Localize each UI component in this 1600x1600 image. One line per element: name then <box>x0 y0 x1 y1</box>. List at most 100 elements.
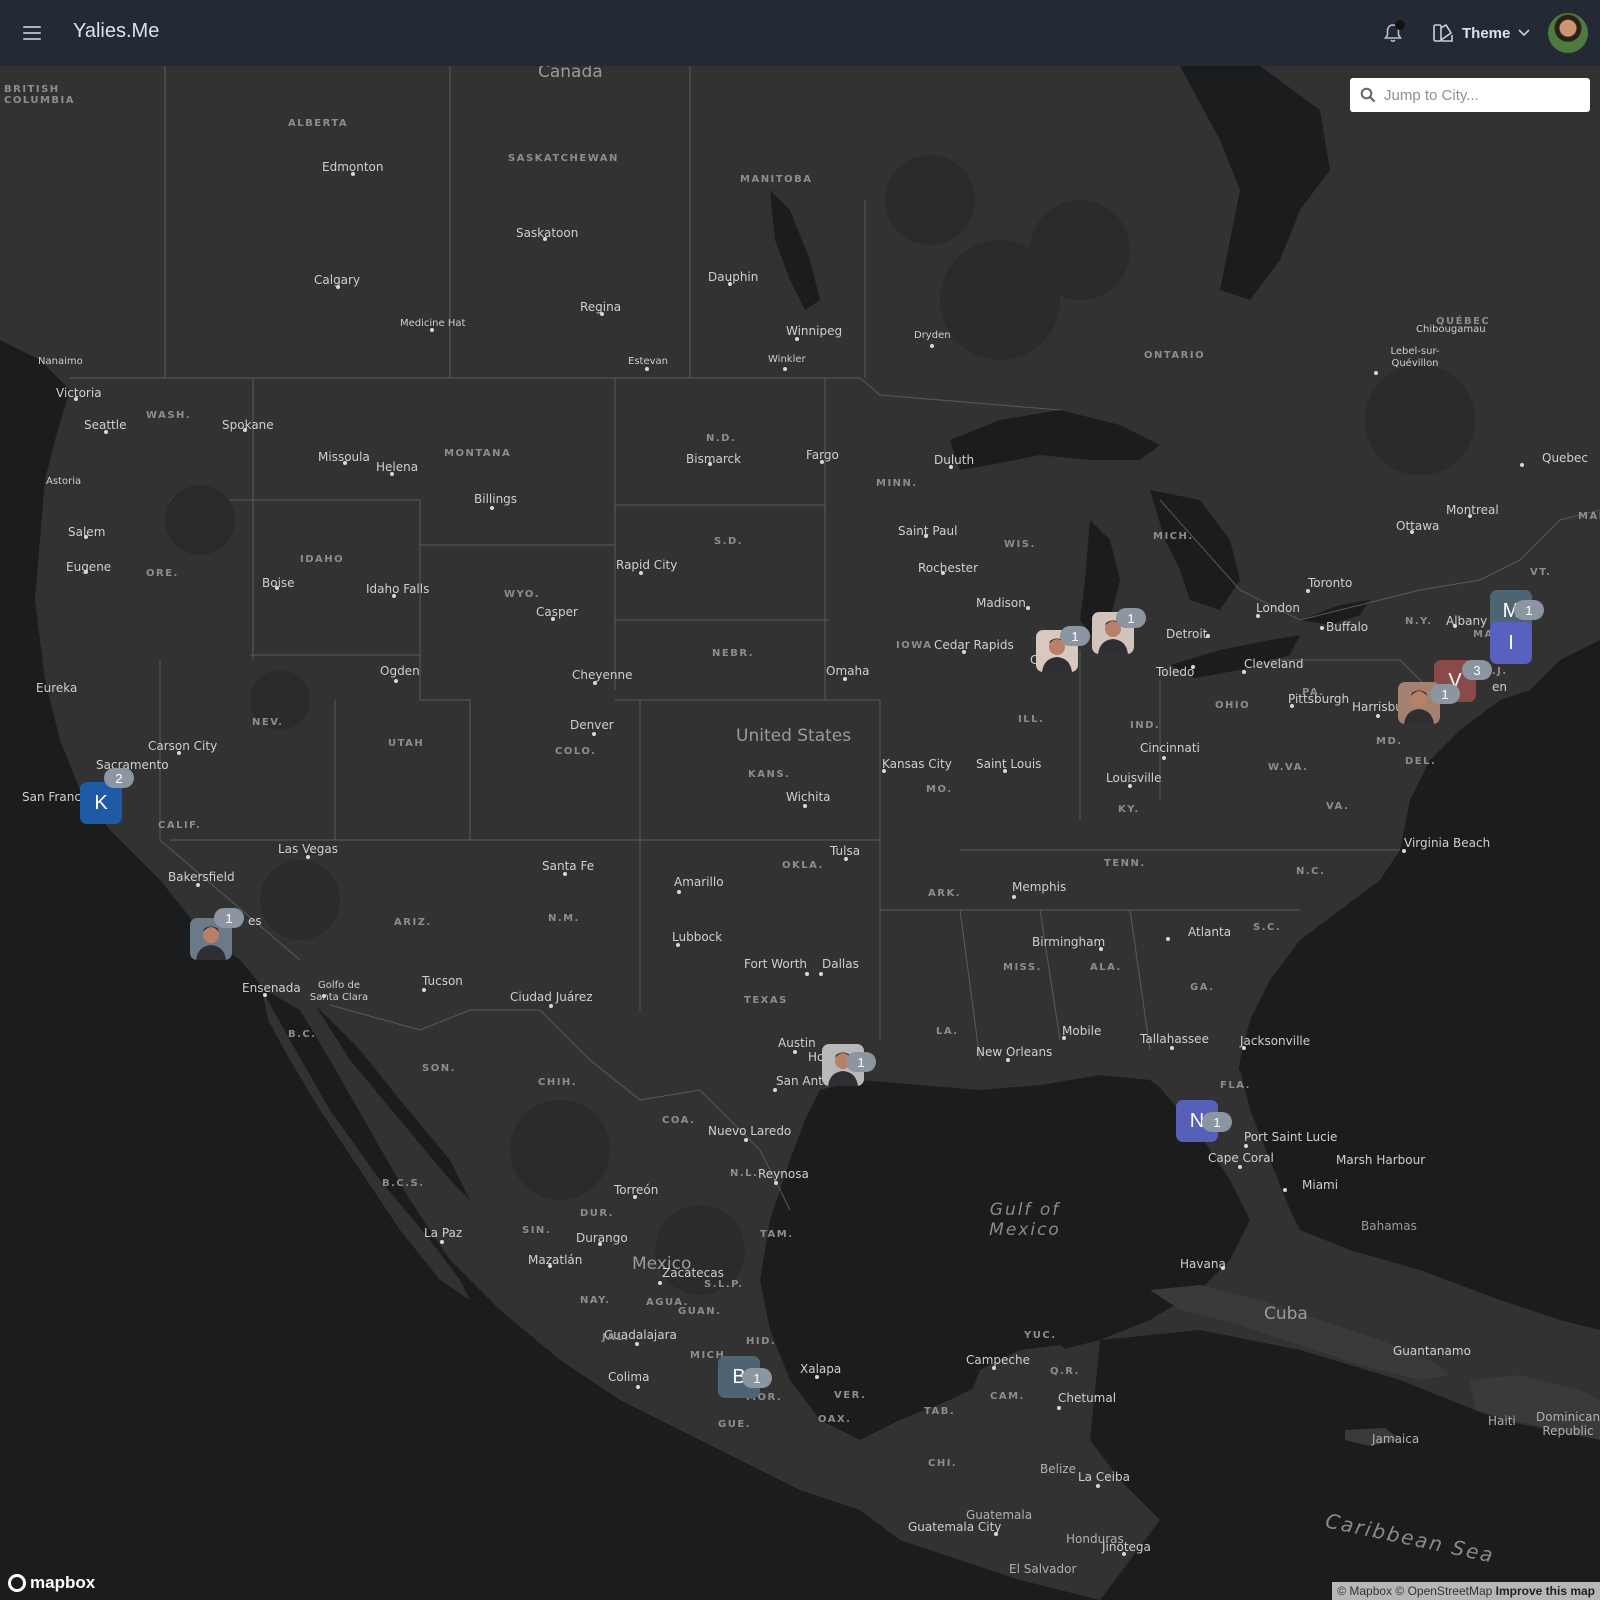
city-dot <box>1290 704 1294 708</box>
person-marker-letter[interactable]: I <box>1490 622 1532 664</box>
marker-count-badge: 3 <box>1462 660 1492 680</box>
city-dot <box>1374 371 1378 375</box>
city-dot <box>600 312 604 316</box>
city-dot <box>263 993 267 997</box>
chevron-down-icon <box>1518 29 1530 37</box>
city-dot <box>639 571 643 575</box>
city-dot <box>658 1281 662 1285</box>
city-dot <box>430 328 434 332</box>
mapbox-logo-text: mapbox <box>30 1573 96 1592</box>
city-dot <box>322 994 326 998</box>
user-avatar[interactable] <box>1548 13 1588 53</box>
city-dot <box>1468 514 1472 518</box>
marker-count-badge: 1 <box>846 1052 876 1072</box>
mapbox-logo[interactable]: mapbox <box>8 1573 95 1593</box>
city-dot <box>1283 1188 1287 1192</box>
city-dot <box>392 594 396 598</box>
brand-title[interactable]: Yalies.Me <box>73 20 159 43</box>
city-dot <box>593 681 597 685</box>
city-dot <box>306 855 310 859</box>
city-dot <box>992 1366 996 1370</box>
city-dot <box>548 1264 552 1268</box>
city-dot <box>336 285 340 289</box>
top-navbar: Yalies.Me Theme <box>0 0 1600 66</box>
city-dot <box>843 677 847 681</box>
city-dot <box>598 1242 602 1246</box>
city-dot <box>1162 756 1166 760</box>
city-dot <box>1057 1406 1061 1410</box>
city-dot <box>635 1342 639 1346</box>
marker-count-badge: 1 <box>1514 600 1544 620</box>
city-dot <box>930 344 934 348</box>
marker-count-badge: 1 <box>1116 608 1146 628</box>
city-dot <box>815 1375 819 1379</box>
city-dot <box>1122 1552 1126 1556</box>
city-dot <box>84 570 88 574</box>
city-dot <box>793 1050 797 1054</box>
city-dot <box>1238 1165 1242 1169</box>
city-dot <box>636 1385 640 1389</box>
city-dot <box>805 972 809 976</box>
city-dot <box>440 1240 444 1244</box>
theme-dropdown-button[interactable]: Theme <box>1432 20 1538 46</box>
hamburger-menu-icon[interactable] <box>18 22 46 44</box>
city-dot <box>633 1195 637 1199</box>
city-dot <box>1026 606 1030 610</box>
city-dot <box>803 804 807 808</box>
city-dot <box>783 367 787 371</box>
city-search-box[interactable] <box>1350 78 1590 112</box>
city-dot <box>422 988 426 992</box>
city-search-input[interactable] <box>1384 86 1574 104</box>
city-dot <box>84 535 88 539</box>
app-root: Yalies.Me Theme Canada United States Mex… <box>0 0 1600 1600</box>
city-dot <box>676 943 680 947</box>
city-dot <box>1206 634 1210 638</box>
city-dot <box>543 237 547 241</box>
city-dot <box>1128 784 1132 788</box>
city-dot <box>390 472 394 476</box>
search-icon <box>1360 87 1376 103</box>
city-dot <box>343 461 347 465</box>
city-dot <box>1520 463 1524 467</box>
city-dot <box>592 732 596 736</box>
person-marker-letter[interactable]: K <box>80 782 122 824</box>
city-dot <box>677 890 681 894</box>
city-dot <box>820 460 824 464</box>
marker-count-badge: 1 <box>1060 626 1090 646</box>
city-dot <box>1096 1484 1100 1488</box>
marker-count-badge: 1 <box>1430 684 1460 704</box>
theme-label: Theme <box>1462 24 1511 42</box>
city-dot <box>924 534 928 538</box>
map-canvas[interactable]: Canada United States Mexico Cuba Bahamas… <box>0 66 1600 1600</box>
city-dot <box>196 883 200 887</box>
city-dot <box>563 872 567 876</box>
city-dot <box>490 506 494 510</box>
city-dot <box>551 617 555 621</box>
city-dot <box>1244 1144 1248 1148</box>
city-dot <box>1062 1036 1066 1040</box>
marker-count-badge: 1 <box>1202 1112 1232 1132</box>
city-dot <box>1221 1266 1225 1270</box>
city-dot <box>1256 614 1260 618</box>
city-dot <box>844 857 848 861</box>
city-dot <box>962 650 966 654</box>
city-dot <box>949 465 953 469</box>
marker-count-badge: 1 <box>214 908 244 928</box>
city-dot <box>1012 895 1016 899</box>
city-dot <box>549 1004 553 1008</box>
improve-map-link[interactable]: Improve this map <box>1496 1584 1595 1598</box>
marker-count-badge: 1 <box>742 1368 772 1388</box>
city-dot <box>1242 1046 1246 1050</box>
city-dot <box>773 1088 777 1092</box>
city-dot <box>819 972 823 976</box>
city-dot <box>1410 530 1414 534</box>
city-dot <box>941 571 945 575</box>
city-dot <box>708 462 712 466</box>
city-dot <box>1003 769 1007 773</box>
bell-icon[interactable] <box>1380 20 1406 46</box>
map-basemap <box>0 66 1600 1600</box>
attribution-text[interactable]: © Mapbox © OpenStreetMap <box>1337 1584 1492 1598</box>
city-dot <box>104 430 108 434</box>
city-dot <box>1006 1058 1010 1062</box>
marker-count-badge: 2 <box>104 768 134 788</box>
